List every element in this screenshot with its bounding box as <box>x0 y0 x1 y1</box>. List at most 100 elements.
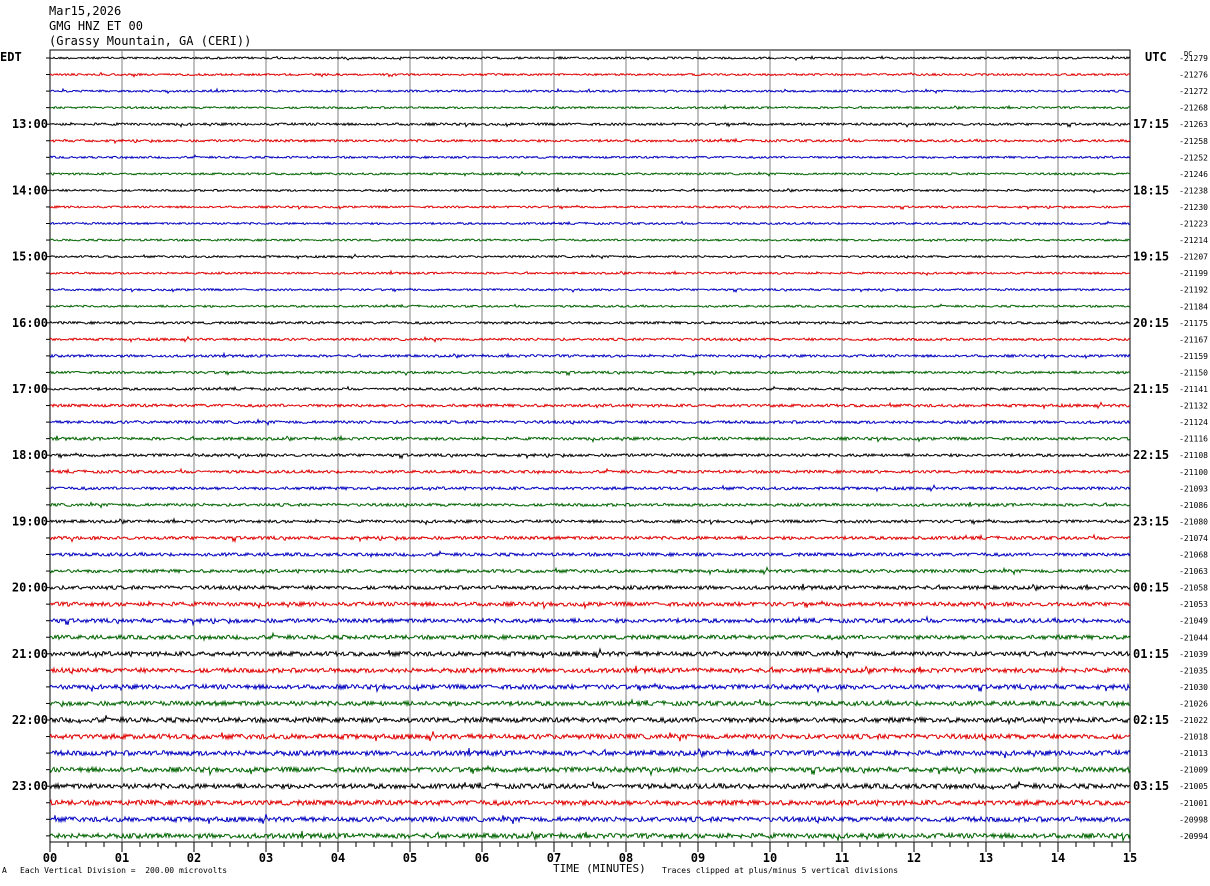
edt-hour-label: 13:00 <box>12 117 48 131</box>
x-tick-label: 06 <box>475 851 489 865</box>
utc-hour-label: 22:15 <box>1133 448 1169 462</box>
dc-offset-label: -21022 <box>1179 716 1208 725</box>
trace-line <box>49 599 1131 611</box>
corner-mark: A <box>2 866 7 875</box>
trace-line <box>49 533 1131 544</box>
trace-line <box>49 71 1131 79</box>
dc-offset-label: -21263 <box>1179 120 1208 129</box>
trace-line <box>49 731 1131 742</box>
trace-line <box>49 204 1131 211</box>
x-tick-label: 09 <box>691 851 705 865</box>
dc-offset-label: -21199 <box>1179 269 1208 278</box>
trace-line <box>49 287 1131 293</box>
dc-offset-label: -21116 <box>1179 435 1208 444</box>
dc-offset-label: -21058 <box>1179 584 1208 593</box>
dc-offset-label: -21074 <box>1179 534 1208 543</box>
trace-line <box>49 253 1131 260</box>
dc-offset-label: -21167 <box>1179 335 1208 344</box>
dc-offset-label: -21026 <box>1179 699 1208 708</box>
x-tick-label: 10 <box>763 851 777 865</box>
edt-hour-label: 20:00 <box>12 581 48 595</box>
edt-hour-label: 14:00 <box>12 183 48 197</box>
dc-offset-label: -21063 <box>1179 567 1208 576</box>
dc-offset-label: -21068 <box>1179 551 1208 560</box>
trace-line <box>49 467 1131 475</box>
trace-line <box>49 549 1131 559</box>
x-tick-label: 15 <box>1123 851 1137 865</box>
trace-line <box>49 418 1131 427</box>
dc-offset-label: -21276 <box>1179 71 1208 80</box>
trace-line <box>49 615 1131 627</box>
dc-offset-label: -21214 <box>1179 236 1208 245</box>
dc-offset-label: -21175 <box>1179 319 1208 328</box>
trace-line <box>49 369 1131 377</box>
dc-offset-label: -21246 <box>1179 170 1208 179</box>
clip-note: Traces clipped at plus/minus 5 vertical … <box>662 866 899 875</box>
trace-line <box>49 747 1131 759</box>
trace-line <box>49 220 1131 226</box>
dc-offset-label: -20998 <box>1179 815 1208 824</box>
dc-offset-label: -21159 <box>1179 352 1208 361</box>
trace-line <box>49 647 1131 659</box>
dc-offset-label: -21044 <box>1179 633 1208 642</box>
trace-line <box>49 335 1131 344</box>
trace-line <box>49 303 1131 309</box>
dc-offset-label: -21108 <box>1179 451 1208 460</box>
dc-offset-label: -21053 <box>1179 600 1208 609</box>
utc-hour-label: 01:15 <box>1133 647 1169 661</box>
dc-offset-label: -21258 <box>1179 137 1208 146</box>
trace-line <box>49 154 1131 160</box>
plot-frame <box>49 49 1131 843</box>
utc-hour-label: 00:15 <box>1133 581 1169 595</box>
dc-offset-label: -21080 <box>1179 517 1208 526</box>
dc-offset-label: -21184 <box>1179 302 1208 311</box>
x-tick-label: 00 <box>43 851 57 865</box>
dc-offset-label: -21001 <box>1179 799 1208 808</box>
dc-offset-label: -21009 <box>1179 766 1208 775</box>
dc-offset-label: -21039 <box>1179 650 1208 659</box>
trace-line <box>49 452 1131 460</box>
trace-line <box>49 697 1131 709</box>
edt-hour-label: 17:00 <box>12 382 48 396</box>
dc-offset-label: -21252 <box>1179 153 1208 162</box>
trace-line <box>49 385 1131 392</box>
trace-line <box>49 517 1131 526</box>
trace-line <box>49 813 1131 825</box>
trace-line <box>49 186 1131 194</box>
utc-hour-label: 20:15 <box>1133 316 1169 330</box>
utc-hour-label: 19:15 <box>1133 250 1169 264</box>
trace-line <box>49 137 1131 145</box>
edt-hour-label: 15:00 <box>12 250 48 264</box>
trace-line <box>49 566 1131 576</box>
trace-line <box>49 764 1131 777</box>
dc-offset-label: -21238 <box>1179 186 1208 195</box>
dc-offset-label: -21086 <box>1179 501 1208 510</box>
utc-hour-label: 17:15 <box>1133 117 1169 131</box>
dc-offset-label: -21141 <box>1179 385 1208 394</box>
trace-line <box>49 434 1131 444</box>
edt-hour-label: 23:00 <box>12 779 48 793</box>
x-tick-label: 12 <box>907 851 921 865</box>
dc-offset-label: -20994 <box>1179 832 1208 841</box>
x-tick-label: 01 <box>115 851 129 865</box>
dc-offset-label: -21018 <box>1179 733 1208 742</box>
trace-line <box>49 830 1131 843</box>
x-axis-title: TIME (MINUTES) <box>553 862 646 875</box>
dc-offset-label: -21124 <box>1179 418 1208 427</box>
trace-line <box>49 351 1131 360</box>
trace-line <box>49 500 1131 509</box>
trace-line <box>49 583 1131 592</box>
x-tick-label: 14 <box>1051 851 1065 865</box>
edt-hour-label: 18:00 <box>12 448 48 462</box>
dc-offset-label: -21049 <box>1179 617 1208 626</box>
dc-offset-label: -21093 <box>1179 484 1208 493</box>
x-tick-label: 11 <box>835 851 849 865</box>
trace-line <box>49 665 1131 676</box>
trace-line <box>49 121 1131 129</box>
scale-note: Each Vertical Division = 200.00 microvol… <box>20 866 228 875</box>
trace-line <box>49 238 1131 243</box>
edt-hour-label: 22:00 <box>12 713 48 727</box>
dc-offset-label: -21100 <box>1179 468 1208 477</box>
trace-line <box>49 798 1131 808</box>
utc-axis-label: UTC <box>1145 50 1167 64</box>
